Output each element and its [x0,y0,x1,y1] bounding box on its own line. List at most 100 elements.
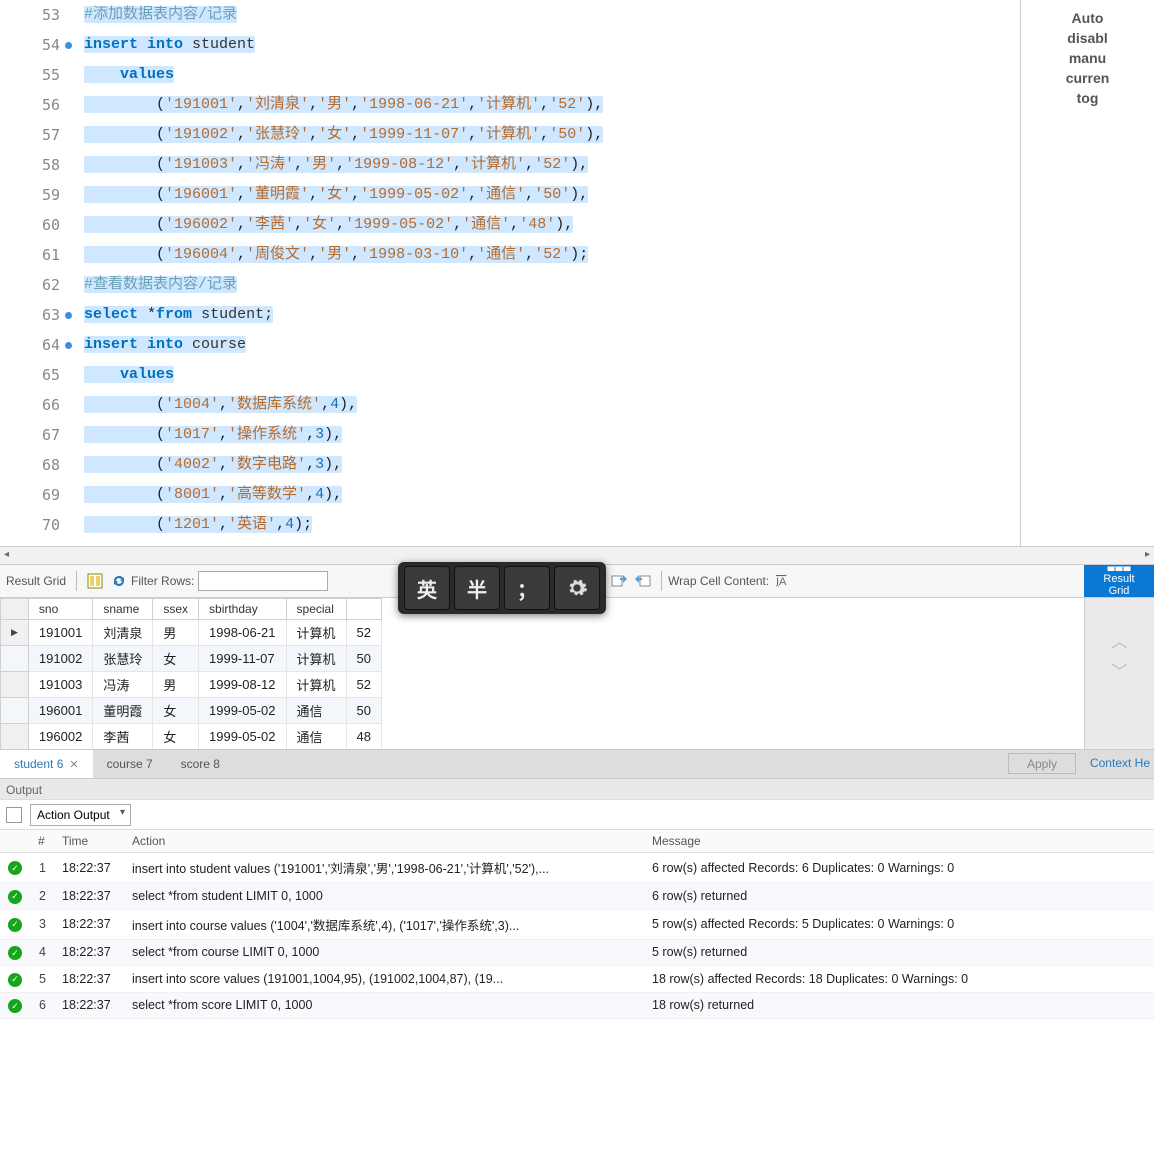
import-icon[interactable] [634,572,652,590]
cell[interactable]: 张慧玲 [93,646,153,672]
cell[interactable]: 1999-05-02 [199,698,287,724]
export-icon[interactable] [610,572,628,590]
output-grid[interactable]: #TimeActionMessage ✓118:22:37insert into… [0,830,1154,1019]
side-text: Auto disabl manu curren tog [1021,8,1154,108]
code-line[interactable]: insert into student [84,30,1154,60]
scroll-right-icon[interactable]: ▸ [1145,549,1150,560]
output-column-header [0,830,30,853]
cell[interactable]: 董明霞 [93,698,153,724]
output-column-header: Action [124,830,644,853]
ime-key-settings[interactable] [554,566,600,610]
result-tab[interactable]: score 8 [167,750,234,778]
cell[interactable]: 48 [346,724,381,750]
code-line[interactable]: values [84,360,1154,390]
code-line[interactable]: ('191002','张慧玲','女','1999-11-07','计算机','… [84,120,1154,150]
result-grid[interactable]: snosnamessexsbirthdayspecial 191001刘清泉男1… [0,598,1154,750]
code-line[interactable]: ('196002','李茜','女','1999-05-02','通信','48… [84,210,1154,240]
output-row[interactable]: ✓218:22:37select *from student LIMIT 0, … [0,883,1154,910]
cell[interactable]: 191002 [28,646,92,672]
result-tab[interactable]: course 7 [93,750,167,778]
cell[interactable]: 1999-08-12 [199,672,287,698]
cell[interactable]: 1999-05-02 [199,724,287,750]
refresh-icon[interactable] [110,572,128,590]
cell[interactable]: 冯涛 [93,672,153,698]
result-grid-side-button[interactable]: Result Grid [1084,565,1154,597]
cell[interactable]: 女 [153,646,199,672]
cell[interactable]: 50 [346,698,381,724]
code-line[interactable]: ('196001','董明霞','女','1999-05-02','通信','5… [84,180,1154,210]
wrap-cell-icon[interactable]: I̱A [776,572,794,590]
column-header[interactable]: sbirthday [199,599,287,620]
cell[interactable]: 女 [153,724,199,750]
code-line[interactable]: ('196004','周俊文','男','1998-03-10','通信','5… [84,240,1154,270]
cell[interactable]: 191001 [28,620,92,646]
code-line[interactable]: #查看数据表内容/记录 [84,270,1154,300]
output-row[interactable]: ✓318:22:37insert into course values ('10… [0,909,1154,939]
cell[interactable]: 计算机 [286,646,346,672]
table-row[interactable]: 196001董明霞女1999-05-02通信50 [1,698,382,724]
ime-key-punct[interactable]: ； [504,566,550,610]
cell[interactable]: 计算机 [286,672,346,698]
cell[interactable]: 刘清泉 [93,620,153,646]
cell[interactable]: 1998-06-21 [199,620,287,646]
cell[interactable]: 196001 [28,698,92,724]
success-icon: ✓ [8,973,22,987]
cell[interactable]: 1999-11-07 [199,646,287,672]
cell[interactable]: 女 [153,698,199,724]
cell[interactable]: 191003 [28,672,92,698]
table-row[interactable]: 191001刘清泉男1998-06-21计算机52 [1,620,382,646]
svg-text:I̱A: I̱A [776,576,787,588]
code-line[interactable]: ('1017','操作系统',3), [84,420,1154,450]
table-row[interactable]: 191003冯涛男1999-08-12计算机52 [1,672,382,698]
line-number: 64 [0,330,60,360]
code-line[interactable]: ('191003','冯涛','男','1999-08-12','计算机','5… [84,150,1154,180]
cell[interactable]: 52 [346,620,381,646]
cell[interactable]: 52 [346,672,381,698]
ime-key-lang[interactable]: 英 [404,566,450,610]
column-header[interactable]: sname [93,599,153,620]
table-row[interactable]: 191002张慧玲女1999-11-07计算机50 [1,646,382,672]
filter-rows-input[interactable] [198,571,328,591]
grid-view-icon[interactable] [86,572,104,590]
output-row[interactable]: ✓418:22:37select *from course LIMIT 0, 1… [0,939,1154,966]
output-row[interactable]: ✓618:22:37select *from score LIMIT 0, 10… [0,992,1154,1019]
code-line[interactable]: ('4002','数字电路',3), [84,450,1154,480]
cell[interactable]: 男 [153,672,199,698]
output-layout-icon[interactable] [6,807,22,823]
cell[interactable]: 计算机 [286,620,346,646]
code-line[interactable]: ('1004','数据库系统',4), [84,390,1154,420]
apply-button[interactable]: Apply [1008,753,1076,774]
code-line[interactable]: ('191001','刘清泉','男','1998-06-21','计算机','… [84,90,1154,120]
cell[interactable]: 50 [346,646,381,672]
column-header[interactable]: sno [28,599,92,620]
output-row[interactable]: ✓518:22:37insert into score values (1910… [0,966,1154,993]
context-help-link[interactable]: Context He [1090,756,1150,770]
scroll-left-icon[interactable]: ◂ [4,549,9,560]
cell[interactable]: 通信 [286,724,346,750]
column-header[interactable]: ssex [153,599,199,620]
close-icon[interactable]: ✕ [69,758,78,771]
output-type-select[interactable]: Action Output [30,804,131,826]
result-tab[interactable]: student 6✕ [0,750,93,778]
code-line[interactable]: values [84,60,1154,90]
code-line[interactable]: insert into course [84,330,1154,360]
code-area[interactable]: #添加数据表内容/记录insert into student values ('… [66,0,1154,546]
code-line[interactable]: #添加数据表内容/记录 [84,0,1154,30]
ime-key-width[interactable]: 半 [454,566,500,610]
nav-down-icon[interactable]: ﹀ [1085,658,1154,682]
column-header[interactable] [346,599,381,620]
cell[interactable]: 男 [153,620,199,646]
code-line[interactable]: ('1201','英语',4); [84,510,1154,540]
cell[interactable]: 李茜 [93,724,153,750]
code-line[interactable]: select *from student; [84,300,1154,330]
nav-up-icon[interactable]: ︿ [1085,628,1154,652]
code-line[interactable]: ('8001','高等数学',4), [84,480,1154,510]
cell[interactable]: 196002 [28,724,92,750]
cell[interactable]: 通信 [286,698,346,724]
ime-toolbar[interactable]: 英 半 ； [398,562,606,614]
table-row[interactable]: 196002李茜女1999-05-02通信48 [1,724,382,750]
column-header[interactable]: special [286,599,346,620]
app-root: 535455565758596061626364656667686970 #添加… [0,0,1154,1150]
sql-editor[interactable]: 535455565758596061626364656667686970 #添加… [0,0,1154,546]
output-row[interactable]: ✓118:22:37insert into student values ('1… [0,853,1154,883]
